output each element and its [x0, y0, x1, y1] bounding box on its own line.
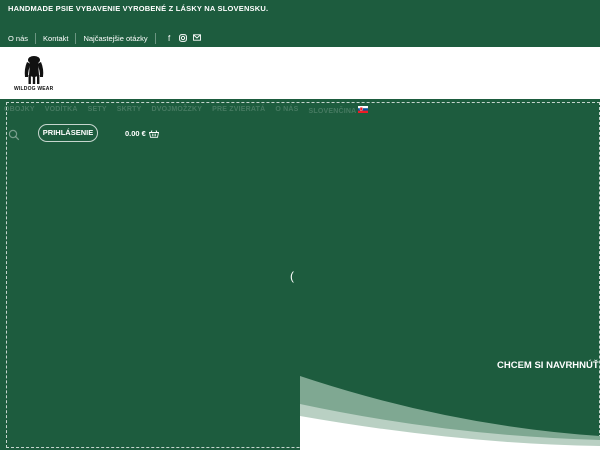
menu-item-6[interactable]: PRE ZVIERATÁ: [212, 106, 265, 115]
nav-link-about[interactable]: O nás: [8, 34, 28, 43]
nav-divider: [75, 33, 77, 44]
menu-item-about[interactable]: O NÁS: [275, 106, 298, 115]
nav-divider: [35, 33, 37, 44]
menu-item-leashes[interactable]: VODÍTKA: [45, 106, 78, 115]
menu-item-5[interactable]: DVOJMOŽZKY: [152, 106, 203, 115]
search-icon[interactable]: [8, 129, 20, 141]
slovakia-flag-icon: [358, 106, 369, 113]
cart-button[interactable]: 0.00 €: [125, 129, 159, 138]
design-cta-heading[interactable]: CHCEM SI NAVRHNÚŤ: [497, 360, 599, 371]
facebook-icon[interactable]: f: [165, 34, 174, 43]
language-label: SLOVENČINA: [308, 108, 357, 115]
menu-item-sets[interactable]: SETY: [88, 106, 107, 115]
cart-total: 0.00 €: [125, 129, 146, 138]
site-header: [0, 47, 600, 99]
main-menu: OBOJKY VODÍTKA SETY SKRTY DVOJMOŽZKY PRE…: [4, 106, 369, 115]
wave-decoration: [300, 376, 600, 450]
social-links: f: [165, 33, 202, 44]
instagram-icon[interactable]: [179, 33, 188, 44]
shipping-notice: HANDMADE PSIE VYBAVENIE VYROBENÉ Z LÁSKY…: [8, 4, 269, 13]
email-icon[interactable]: [193, 34, 202, 43]
top-nav: O nás Kontakt Najčastejšie otázky f: [8, 33, 202, 44]
nav-link-contact[interactable]: Kontakt: [43, 34, 68, 43]
menu-item-collars[interactable]: OBOJKY: [4, 106, 35, 115]
loading-spinner-icon: (: [290, 269, 294, 283]
top-bar: HANDMADE PSIE VYBAVENIE VYROBENÉ Z LÁSKY…: [0, 0, 600, 47]
menu-item-4[interactable]: SKRTY: [117, 106, 142, 115]
nav-divider: [154, 33, 156, 44]
login-button[interactable]: PRIHLÁSENIE: [38, 124, 98, 142]
menu-item-language[interactable]: SLOVENČINA: [309, 106, 369, 115]
nav-link-faq[interactable]: Najčastejšie otázky: [83, 34, 147, 43]
basket-icon: [148, 129, 159, 138]
logo-text: WILDOG WEAR: [14, 86, 54, 92]
